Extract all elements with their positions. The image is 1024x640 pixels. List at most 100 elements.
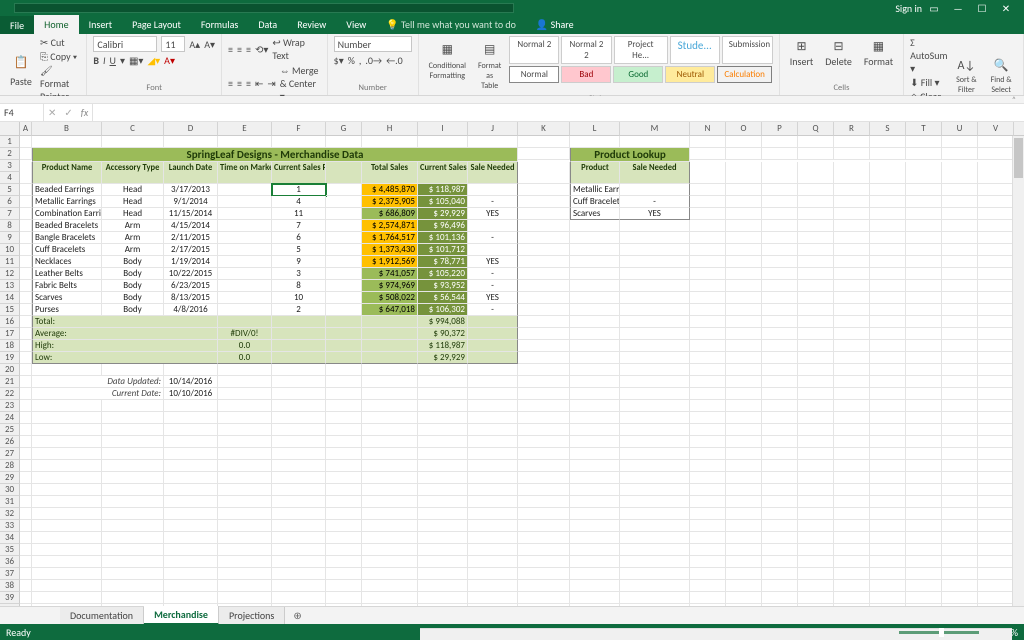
row-header-39[interactable]: 39 bbox=[0, 592, 20, 604]
row-header-40[interactable]: 40 bbox=[0, 604, 20, 606]
col-header-J[interactable]: J bbox=[468, 122, 518, 136]
tab-file[interactable]: File bbox=[0, 16, 34, 34]
share-button[interactable]: 👤 Share bbox=[526, 15, 584, 34]
style-normal22[interactable]: Normal 2 2 bbox=[561, 36, 611, 64]
row-header-33[interactable]: 33 bbox=[0, 520, 20, 532]
row-header-11[interactable]: 11 bbox=[0, 256, 20, 268]
font-name-select[interactable]: Calibri bbox=[93, 36, 157, 52]
comma-icon[interactable]: , bbox=[359, 54, 362, 67]
col-header-T[interactable]: T bbox=[906, 122, 942, 136]
conditional-fmt-button[interactable]: ▦Conditional Formatting bbox=[425, 36, 470, 83]
row-header-29[interactable]: 29 bbox=[0, 472, 20, 484]
wrap-text-button[interactable]: ↩ Wrap Text bbox=[272, 36, 320, 62]
tab-home[interactable]: Home bbox=[34, 15, 78, 34]
row-header-36[interactable]: 36 bbox=[0, 556, 20, 568]
grow-font-icon[interactable]: A▴ bbox=[189, 38, 200, 51]
align-center-icon[interactable]: ≡ bbox=[237, 77, 242, 90]
col-header-P[interactable]: P bbox=[762, 122, 798, 136]
row-header-1[interactable]: 1 bbox=[0, 136, 20, 148]
percent-icon[interactable]: % bbox=[348, 54, 355, 67]
dec-decimal-icon[interactable]: ←.0 bbox=[386, 54, 403, 67]
row-header-14[interactable]: 14 bbox=[0, 292, 20, 304]
row-header-24[interactable]: 24 bbox=[0, 412, 20, 424]
format-as-table-button[interactable]: ▤Format as Table bbox=[474, 36, 505, 93]
row-header-37[interactable]: 37 bbox=[0, 568, 20, 580]
format-cells-button[interactable]: ▦Format bbox=[860, 36, 897, 70]
col-header-E[interactable]: E bbox=[218, 122, 272, 136]
zoom-slider[interactable] bbox=[899, 631, 979, 634]
style-calc[interactable]: Calculation bbox=[717, 66, 772, 83]
col-header-S[interactable]: S bbox=[870, 122, 906, 136]
col-header-B[interactable]: B bbox=[32, 122, 102, 136]
underline-button[interactable]: U bbox=[110, 54, 116, 67]
col-header-G[interactable]: G bbox=[326, 122, 362, 136]
ribbon-opts-icon[interactable]: ▭ bbox=[922, 0, 946, 16]
row-header-23[interactable]: 23 bbox=[0, 400, 20, 412]
row-header-22[interactable]: 22 bbox=[0, 388, 20, 400]
enter-icon[interactable]: ✓ bbox=[60, 106, 76, 119]
collapse-ribbon[interactable]: ˄ bbox=[0, 96, 1024, 104]
row-header-12[interactable]: 12 bbox=[0, 268, 20, 280]
add-sheet-button[interactable]: ⊕ bbox=[285, 607, 309, 624]
tell-me[interactable]: 💡 Tell me what you want to do bbox=[376, 15, 526, 34]
row-headers[interactable]: 1234567891011121314151617181920212223242… bbox=[0, 136, 20, 606]
tab-insert[interactable]: Insert bbox=[79, 15, 123, 34]
border-button[interactable]: ▦▾ bbox=[129, 54, 143, 67]
align-right-icon[interactable]: ≡ bbox=[246, 77, 251, 90]
tab-review[interactable]: Review bbox=[287, 15, 336, 34]
select-all-corner[interactable] bbox=[0, 122, 20, 136]
col-header-I[interactable]: I bbox=[418, 122, 468, 136]
currency-icon[interactable]: $▾ bbox=[334, 54, 344, 67]
style-submission[interactable]: Submission bbox=[722, 36, 773, 64]
row-header-10[interactable]: 10 bbox=[0, 244, 20, 256]
col-header-M[interactable]: M bbox=[620, 122, 690, 136]
col-header-F[interactable]: F bbox=[272, 122, 326, 136]
style-neutral[interactable]: Neutral bbox=[665, 66, 715, 83]
quick-access[interactable] bbox=[14, 3, 514, 13]
row-header-38[interactable]: 38 bbox=[0, 580, 20, 592]
col-header-C[interactable]: C bbox=[102, 122, 164, 136]
col-header-W[interactable]: W bbox=[1014, 122, 1024, 136]
row-header-27[interactable]: 27 bbox=[0, 448, 20, 460]
tab-view[interactable]: View bbox=[336, 15, 376, 34]
col-header-K[interactable]: K bbox=[518, 122, 570, 136]
fill-button[interactable]: ⬇ Fill ▾ bbox=[910, 76, 947, 89]
tab-formulas[interactable]: Formulas bbox=[191, 15, 248, 34]
row-header-17[interactable]: 17 bbox=[0, 328, 20, 340]
row-header-34[interactable]: 34 bbox=[0, 532, 20, 544]
row-header-9[interactable]: 9 bbox=[0, 232, 20, 244]
autosum-button[interactable]: Σ AutoSum ▾ bbox=[910, 36, 947, 75]
style-normal2[interactable]: Normal 2 bbox=[509, 36, 559, 64]
sort-filter-button[interactable]: A↓Sort & Filter bbox=[952, 56, 982, 97]
inc-decimal-icon[interactable]: .0→ bbox=[365, 54, 382, 67]
minimize-icon[interactable]: — bbox=[946, 0, 970, 16]
col-header-L[interactable]: L bbox=[570, 122, 620, 136]
tab-pagelayout[interactable]: Page Layout bbox=[122, 15, 191, 34]
style-project[interactable]: Project He... bbox=[614, 36, 668, 64]
col-header-N[interactable]: N bbox=[690, 122, 726, 136]
row-header-28[interactable]: 28 bbox=[0, 460, 20, 472]
column-headers[interactable]: ABCDEFGHIJKLMNOPQRSTUVWX bbox=[20, 122, 1024, 136]
row-header-20[interactable]: 20 bbox=[0, 364, 20, 376]
col-header-V[interactable]: V bbox=[978, 122, 1014, 136]
cancel-icon[interactable]: ✕ bbox=[44, 106, 60, 119]
bold-button[interactable]: B bbox=[93, 54, 99, 67]
italic-button[interactable]: I bbox=[103, 54, 106, 67]
cut-button[interactable]: ✂ Cut bbox=[40, 36, 80, 49]
row-header-7[interactable]: 7 bbox=[0, 208, 20, 220]
row-header-26[interactable]: 26 bbox=[0, 436, 20, 448]
row-header-31[interactable]: 31 bbox=[0, 496, 20, 508]
row-header-5[interactable]: 5 bbox=[0, 184, 20, 196]
col-header-Q[interactable]: Q bbox=[798, 122, 834, 136]
row-header-35[interactable]: 35 bbox=[0, 544, 20, 556]
sheet-tab-merchandise[interactable]: Merchandise bbox=[144, 606, 219, 625]
row-header-6[interactable]: 6 bbox=[0, 196, 20, 208]
row-header-13[interactable]: 13 bbox=[0, 280, 20, 292]
maximize-icon[interactable]: ☐ bbox=[970, 0, 994, 16]
paste-button[interactable]: 📋 Paste bbox=[6, 50, 36, 90]
sheet-tab-documentation[interactable]: Documentation bbox=[60, 607, 144, 624]
scrollbar-vertical[interactable] bbox=[1012, 136, 1024, 606]
col-header-U[interactable]: U bbox=[942, 122, 978, 136]
cells-area[interactable]: SpringLeaf Designs - Merchandise DataPro… bbox=[20, 136, 1024, 606]
copy-button[interactable]: ⎘ Copy ▾ bbox=[40, 50, 80, 63]
